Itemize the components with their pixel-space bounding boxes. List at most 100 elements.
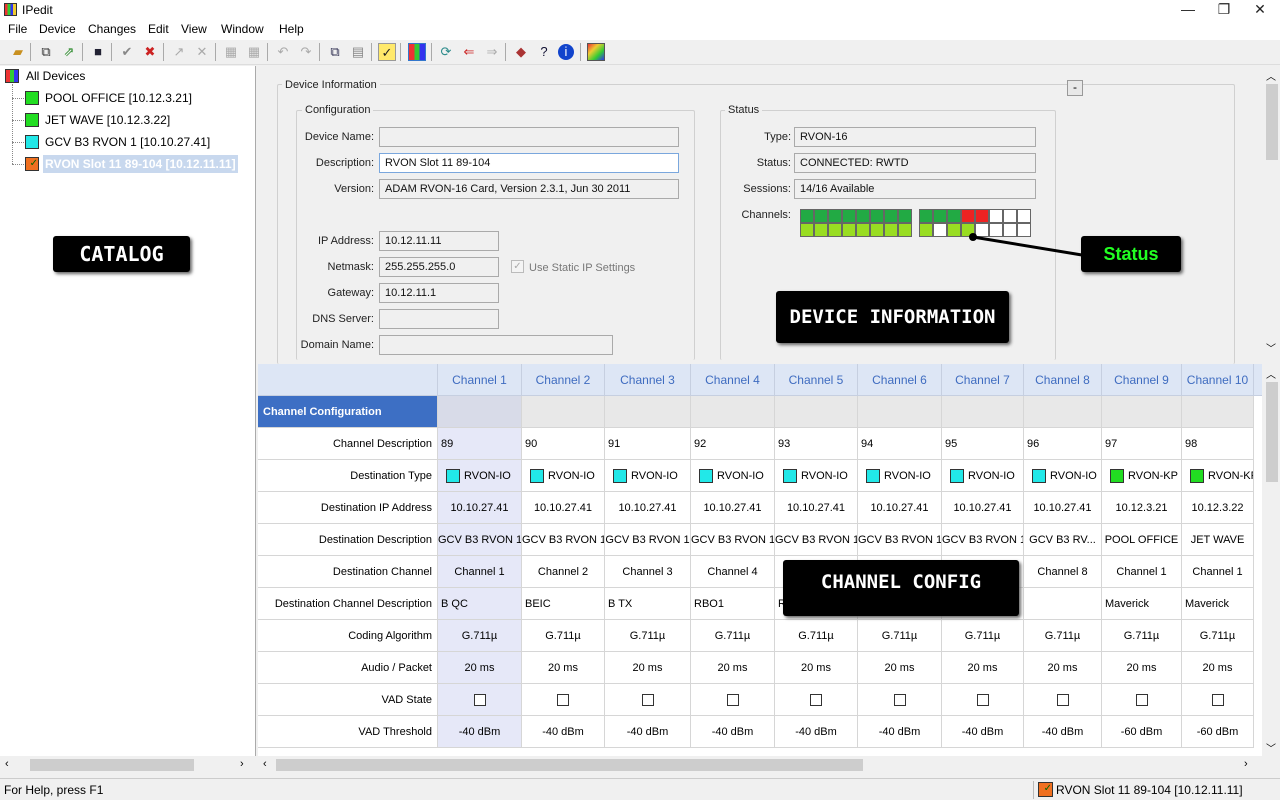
grid-cell[interactable]: 10.10.27.41 bbox=[858, 492, 942, 524]
grid-cell[interactable]: 20 ms bbox=[1024, 652, 1102, 684]
check-icon[interactable]: ✓ bbox=[378, 43, 396, 61]
ip-address-field[interactable]: 10.12.11.11 bbox=[379, 231, 499, 251]
redo-icon[interactable]: ↷ bbox=[297, 43, 315, 61]
column-header-channel-1[interactable]: Channel 1 bbox=[438, 364, 522, 396]
grid-cell[interactable]: -40 dBm bbox=[522, 716, 605, 748]
menu-view[interactable]: View bbox=[181, 22, 207, 36]
paste-icon[interactable]: ▤ bbox=[349, 43, 367, 61]
static-ip-checkbox[interactable]: ✓ bbox=[511, 260, 524, 273]
vad-state-checkbox[interactable] bbox=[1135, 694, 1148, 707]
grid-cell[interactable]: 10.10.27.41 bbox=[691, 492, 775, 524]
grid-cell[interactable]: G.711µ bbox=[942, 620, 1024, 652]
grid-cell[interactable]: G.711µ bbox=[775, 620, 858, 652]
collapse-button[interactable]: - bbox=[1067, 80, 1083, 96]
grid-cell[interactable]: Channel 1 bbox=[438, 556, 522, 588]
grid-cell[interactable] bbox=[1182, 684, 1254, 716]
scroll-thumb[interactable] bbox=[276, 759, 863, 771]
grid-cell[interactable]: G.711µ bbox=[858, 620, 942, 652]
scroll-left-icon[interactable]: ‹ bbox=[263, 758, 267, 770]
close-button[interactable]: ✕ bbox=[1242, 0, 1278, 20]
vad-state-checkbox[interactable] bbox=[473, 694, 486, 707]
grid-cell[interactable] bbox=[942, 684, 1024, 716]
grid-cell[interactable]: Maverick bbox=[1182, 588, 1254, 620]
grid-cell[interactable]: -40 dBm bbox=[691, 716, 775, 748]
grid-cell[interactable]: -40 dBm bbox=[1024, 716, 1102, 748]
grid-vertical-scrollbar[interactable]: ︿ ﹀ bbox=[1262, 364, 1280, 756]
channel-grid-icon[interactable] bbox=[408, 43, 426, 61]
grid-cell[interactable]: -60 dBm bbox=[1182, 716, 1254, 748]
grid-cell[interactable] bbox=[605, 684, 691, 716]
grid-cell[interactable]: GCV B3 RVON 1 bbox=[775, 524, 858, 556]
grid-cell[interactable]: GCV B3 RVON 1 bbox=[438, 524, 522, 556]
grid-cell[interactable]: -40 dBm bbox=[605, 716, 691, 748]
tree-item-jet-wave[interactable]: JET WAVE [10.12.3.22] bbox=[0, 110, 256, 130]
grid-cell[interactable]: BEIC bbox=[522, 588, 605, 620]
column-header-channel-4[interactable]: Channel 4 bbox=[691, 364, 775, 396]
grid-cell[interactable]: GCV B3 RVON 1 bbox=[858, 524, 942, 556]
column-header-channel-5[interactable]: Channel 5 bbox=[775, 364, 858, 396]
grid-cell[interactable]: GCV B3 RVON 1 bbox=[942, 524, 1024, 556]
grid-cell[interactable]: RVON-IO bbox=[605, 460, 691, 492]
vad-state-checkbox[interactable] bbox=[1211, 694, 1224, 707]
grid-cell[interactable]: Channel 2 bbox=[522, 556, 605, 588]
grid-cell[interactable]: 10.10.27.41 bbox=[605, 492, 691, 524]
dns-server-field[interactable] bbox=[379, 309, 499, 329]
vad-state-checkbox[interactable] bbox=[893, 694, 906, 707]
grid-cell[interactable]: G.711µ bbox=[522, 620, 605, 652]
tree-root[interactable]: All Devices bbox=[0, 66, 256, 86]
grid-cell[interactable]: 97 bbox=[1102, 428, 1182, 460]
column-header-channel-10[interactable]: Channel 10 bbox=[1182, 364, 1254, 396]
column-header-channel-3[interactable]: Channel 3 bbox=[605, 364, 691, 396]
tree-item-gcv-b3-rvon-1[interactable]: GCV B3 RVON 1 [10.10.27.41] bbox=[0, 132, 256, 152]
grid-cell[interactable]: RVON-KP bbox=[1102, 460, 1182, 492]
scroll-down-icon[interactable]: ﹀ bbox=[1266, 740, 1276, 755]
column-header-channel-9[interactable]: Channel 9 bbox=[1102, 364, 1182, 396]
disconnect-icon[interactable]: ✕ bbox=[193, 43, 211, 61]
grid-cell[interactable]: 20 ms bbox=[942, 652, 1024, 684]
grid-cell[interactable]: Channel 1 bbox=[1182, 556, 1254, 588]
grid-cell[interactable]: RVON-IO bbox=[775, 460, 858, 492]
grid-cell[interactable]: 98 bbox=[1182, 428, 1254, 460]
gateway-field[interactable]: 10.12.11.1 bbox=[379, 283, 499, 303]
menu-help[interactable]: Help bbox=[279, 22, 304, 36]
grid-cell[interactable]: Channel 1 bbox=[1102, 556, 1182, 588]
grid-cell[interactable]: 90 bbox=[522, 428, 605, 460]
export-icon[interactable]: ⇗ bbox=[60, 43, 78, 61]
grid-cell[interactable]: G.711µ bbox=[1024, 620, 1102, 652]
grid-cell[interactable]: 10.10.27.41 bbox=[942, 492, 1024, 524]
grid-cell[interactable]: G.711µ bbox=[438, 620, 522, 652]
connect-icon[interactable]: ↗ bbox=[170, 43, 188, 61]
grid-cell[interactable]: 20 ms bbox=[858, 652, 942, 684]
vad-state-checkbox[interactable] bbox=[641, 694, 654, 707]
back-icon[interactable]: ⇐ bbox=[460, 43, 478, 61]
forward-icon[interactable]: ⇒ bbox=[483, 43, 501, 61]
grid-cell[interactable]: 92 bbox=[691, 428, 775, 460]
netmask-field[interactable]: 255.255.255.0 bbox=[379, 257, 499, 277]
grid-cell[interactable]: 89 bbox=[438, 428, 522, 460]
book-icon[interactable]: ◆ bbox=[512, 43, 530, 61]
scroll-up-icon[interactable]: ︿ bbox=[1266, 366, 1276, 381]
grid-cell[interactable]: Maverick bbox=[1102, 588, 1182, 620]
menu-file[interactable]: File bbox=[8, 22, 27, 36]
grid-cell[interactable]: G.711µ bbox=[605, 620, 691, 652]
grid-cell[interactable]: RVON-KP bbox=[1182, 460, 1254, 492]
grid-cell[interactable]: RVON-IO bbox=[1024, 460, 1102, 492]
menu-window[interactable]: Window bbox=[221, 22, 264, 36]
grid-cell[interactable]: 20 ms bbox=[1182, 652, 1254, 684]
grid-cell[interactable] bbox=[1024, 588, 1102, 620]
scroll-left-icon[interactable]: ‹ bbox=[5, 758, 9, 770]
grid-cell[interactable]: 10.10.27.41 bbox=[1024, 492, 1102, 524]
grid-cell[interactable]: 10.12.3.21 bbox=[1102, 492, 1182, 524]
grid-cell[interactable]: RVON-IO bbox=[691, 460, 775, 492]
grid-cell[interactable]: POOL OFFICE bbox=[1102, 524, 1182, 556]
menu-edit[interactable]: Edit bbox=[148, 22, 169, 36]
tree-horizontal-scrollbar[interactable]: ‹ › bbox=[0, 757, 256, 774]
grid-cell[interactable]: -60 dBm bbox=[1102, 716, 1182, 748]
scroll-thumb[interactable] bbox=[1266, 84, 1278, 160]
grid-cell[interactable]: 91 bbox=[605, 428, 691, 460]
grid-cell[interactable]: GCV B3 RV... bbox=[1024, 524, 1102, 556]
grid-cell[interactable]: GCV B3 RVON 1 bbox=[605, 524, 691, 556]
grid-cell[interactable]: 20 ms bbox=[522, 652, 605, 684]
scroll-right-icon[interactable]: › bbox=[240, 758, 244, 770]
grid-cell[interactable] bbox=[1024, 684, 1102, 716]
